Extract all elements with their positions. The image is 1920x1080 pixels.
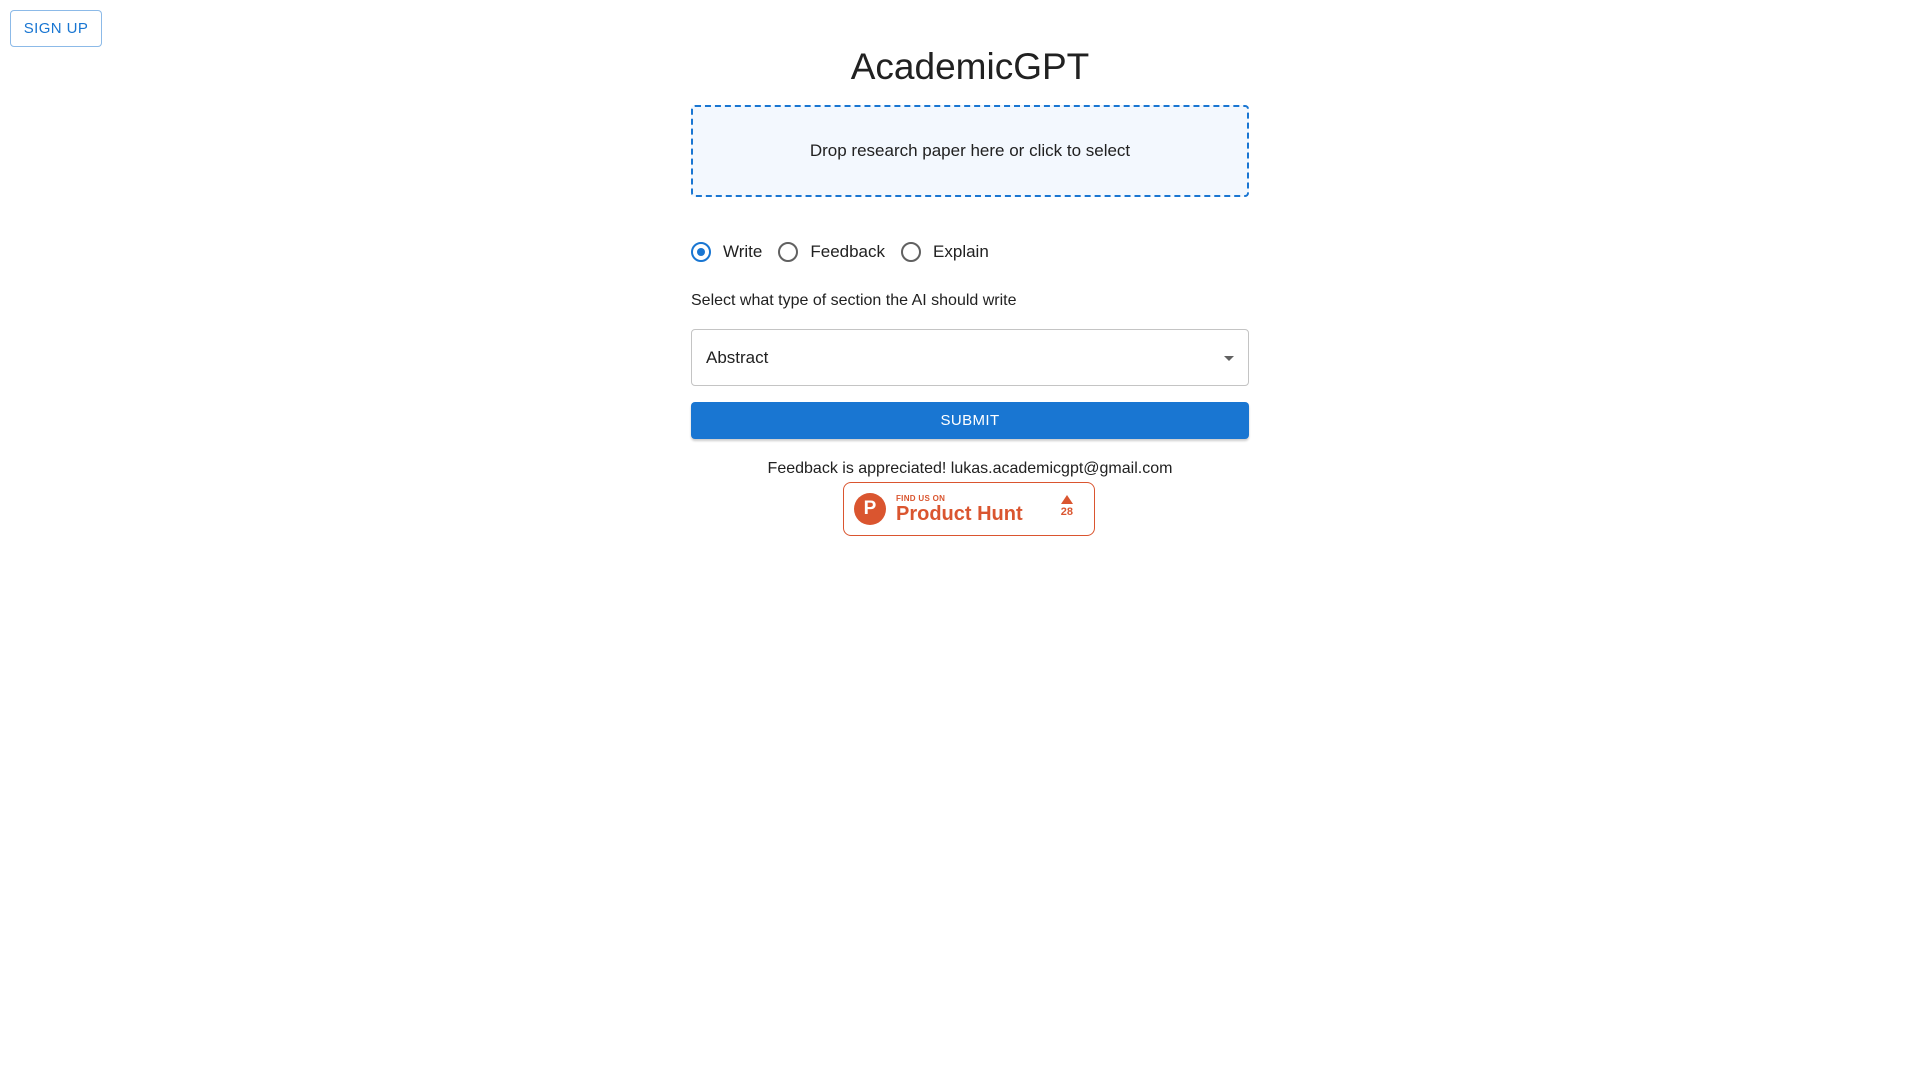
- vote-count: 28: [1060, 506, 1073, 518]
- feedback-note: Feedback is appreciated! lukas.academicg…: [767, 460, 1173, 477]
- mode-label-write: Write: [723, 242, 763, 261]
- submit-button[interactable]: SUBMIT: [691, 402, 1249, 439]
- dropzone-text: Drop research paper here or click to sel…: [809, 141, 1131, 160]
- mode-option-explain[interactable]: Explain: [901, 242, 989, 262]
- mode-label-feedback: Feedback: [810, 242, 886, 261]
- mode-option-feedback[interactable]: Feedback: [778, 242, 885, 262]
- product-hunt-votes: 28: [1061, 495, 1073, 518]
- dropdown-arrow-icon: [1224, 356, 1234, 361]
- section-type-prompt: Select what type of section the AI shoul…: [691, 292, 1017, 309]
- product-hunt-small-text: FIND US ON: [896, 493, 946, 503]
- radio-checked-icon[interactable]: [691, 242, 711, 262]
- radio-unchecked-icon[interactable]: [778, 242, 799, 262]
- mode-radio-group: Write Feedback Explain: [691, 238, 1005, 266]
- file-dropzone[interactable]: Drop research paper here or click to sel…: [691, 105, 1249, 197]
- product-hunt-logo-icon: P: [854, 493, 886, 525]
- sign-up-button[interactable]: SIGN UP: [10, 10, 102, 47]
- radio-unchecked-icon[interactable]: [901, 242, 922, 262]
- section-type-select[interactable]: Abstract: [691, 329, 1249, 386]
- product-hunt-name: Product Hunt: [896, 502, 1023, 525]
- upvote-arrow-icon: [1060, 495, 1073, 504]
- page-title: AcademicGPT: [850, 46, 1090, 87]
- product-hunt-text: FIND US ON Product Hunt: [896, 494, 1023, 525]
- product-hunt-badge[interactable]: P FIND US ON Product Hunt 28: [843, 482, 1095, 536]
- mode-option-write[interactable]: Write: [691, 242, 762, 262]
- section-type-value: Abstract: [706, 347, 769, 367]
- mode-label-explain: Explain: [933, 242, 989, 261]
